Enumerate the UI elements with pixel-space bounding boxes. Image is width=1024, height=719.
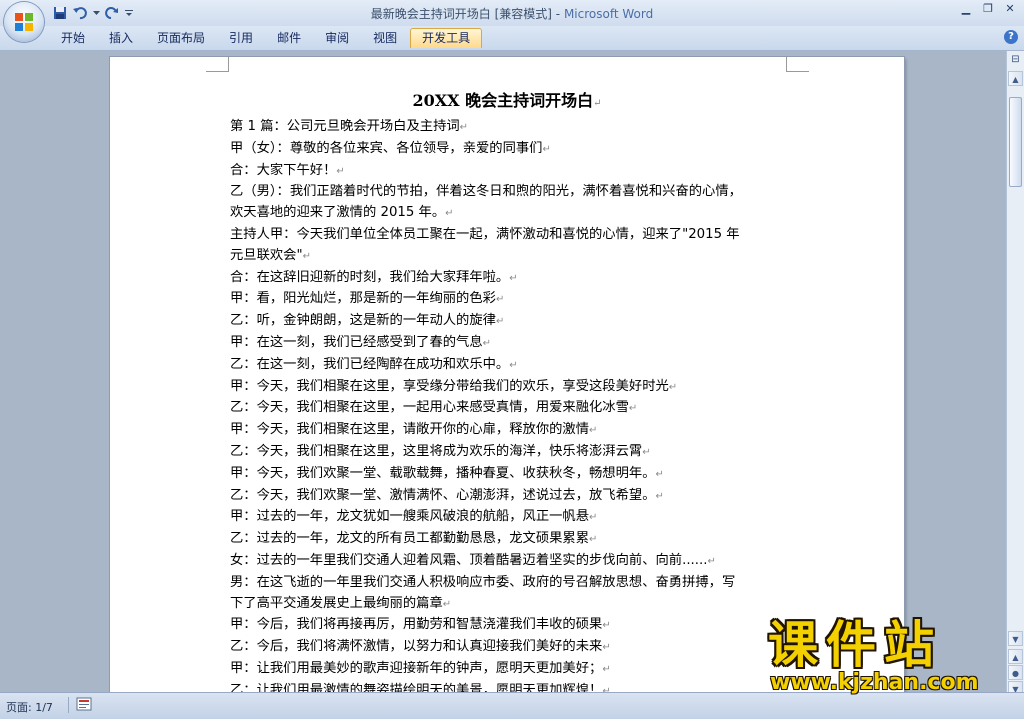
office-button[interactable]	[4, 2, 44, 42]
paragraph-mark: ↵	[336, 165, 345, 177]
document-line: 主持人甲：今天我们单位全体员工聚在一起，满怀激动和喜悦的心情，迎来了"2015 …	[230, 226, 740, 242]
document-line: 男：在这飞逝的一年里我们交通人积极响应市委、政府的号召解放思想、奋勇拼搏，写	[230, 574, 736, 590]
scroll-thumb[interactable]	[1009, 97, 1022, 187]
watermark-url: www.kjzhan.com	[770, 670, 979, 695]
document-line: 乙：听，金钟朗朗，这是新的一年动人的旋律↵	[230, 313, 505, 329]
document-line: 下了高平交通发展史上最绚丽的篇章↵	[230, 595, 452, 611]
paragraph-mark: ↵	[707, 555, 716, 567]
document-line: 乙：今天，我们相聚在这里，一起用心来感受真情，用爱来融化冰雪↵	[230, 400, 638, 416]
document-line: 甲：今后，我们将再接再厉，用勤劳和智慧浇灌我们丰收的硕果↵	[230, 617, 611, 633]
minimize-button[interactable]: ▁	[956, 1, 976, 17]
office-logo-icon	[15, 13, 33, 31]
margin-corner-top-left	[206, 57, 229, 72]
document-line: 合：在这辞旧迎新的时刻，我们给大家拜年啦。↵	[230, 269, 518, 285]
document-line: 第 1 篇：公司元旦晚会开场白及主持词↵	[230, 119, 469, 134]
scroll-up-button[interactable]: ▲	[1008, 71, 1023, 86]
paragraph-mark: ↵	[589, 425, 598, 437]
tab-developer[interactable]: 开发工具	[410, 28, 483, 48]
document-line: 甲：让我们用最美妙的歌声迎接新年的钟声，愿明天更加美好；↵	[230, 660, 611, 676]
paragraph-mark: ↵	[593, 98, 602, 109]
document-line: 甲：今天，我们相聚在这里，请敞开你的心扉，释放你的激情↵	[230, 422, 598, 438]
document-line: 欢天喜地的迎来了激情的 2015 年。↵	[230, 205, 454, 221]
title-separator: -	[551, 7, 564, 21]
paragraph-mark: ↵	[459, 122, 469, 133]
page-indicator[interactable]: 页面: 1/7	[6, 699, 53, 715]
document-line: 甲：今天，我们相聚在这里，享受缘分带给我们的欢乐，享受这段美好时光↵	[230, 378, 678, 394]
tab-page-layout[interactable]: 页面布局	[146, 28, 216, 48]
paragraph-mark: ↵	[628, 403, 638, 415]
document-area: 20XX 晚会主持词开场白↵ 第 1 篇：公司元旦晚会开场白及主持词↵ 甲（女）：…	[0, 51, 1006, 692]
document-line: 甲（女）：尊敬的各位来宾、各位领导，亲爱的同事们↵	[230, 140, 551, 156]
paragraph-mark: ↵	[655, 490, 664, 502]
paragraph-mark: ↵	[302, 250, 311, 262]
paragraph-mark: ↵	[442, 598, 452, 610]
tab-mailings[interactable]: 邮件	[266, 28, 312, 48]
watermark-logo: 课件站 www.kjzhan.com	[768, 618, 1014, 696]
close-button[interactable]: ✕	[1000, 1, 1020, 17]
paragraph-mark: ↵	[509, 272, 518, 284]
title-bar: 最新晚会主持词开场白 [兼容模式] - Microsoft Word ▁ ❐ ✕	[0, 0, 1024, 26]
paragraph-mark: ↵	[602, 663, 611, 675]
document-line: 甲：今天，我们欢聚一堂、载歌载舞，播种春夏、收获秋冬，畅想明年。↵	[230, 465, 664, 481]
document-line: 合：大家下午好！↵	[230, 162, 345, 178]
paragraph-mark: ↵	[642, 446, 651, 458]
paragraph-mark: ↵	[602, 642, 611, 654]
document-line: 甲：看，阳光灿烂，那是新的一年绚丽的色彩↵	[230, 291, 505, 307]
paragraph-mark: ↵	[445, 208, 454, 220]
status-bar: 页面: 1/7	[0, 692, 1024, 719]
document-line: 乙：今天，我们欢聚一堂、激情满怀、心潮澎湃，述说过去，放飞希望。↵	[230, 487, 664, 503]
window-controls: ▁ ❐ ✕	[956, 1, 1020, 17]
paragraph-mark: ↵	[509, 359, 518, 371]
window-title: 最新晚会主持词开场白 [兼容模式] - Microsoft Word	[0, 5, 1024, 22]
paragraph-mark: ↵	[655, 468, 664, 480]
paragraph-mark: ↵	[495, 294, 505, 306]
document-line: 乙（男）：我们正踏着时代的节拍，伴着这冬日和煦的阳光，满怀着喜悦和兴奋的心情，	[230, 184, 742, 200]
document-name: 最新晚会主持词开场白 [兼容模式]	[370, 7, 552, 21]
document-title: 20XX 晚会主持词开场白↵	[110, 87, 904, 111]
ribbon-tabs: 开始 插入 页面布局 引用 邮件 审阅 视图 开发工具	[50, 28, 484, 48]
document-title-text: 20XX 晚会主持词开场白	[412, 91, 594, 110]
document-line: 甲：在这一刻，我们已经感受到了春的气息↵	[230, 334, 492, 350]
vertical-scrollbar[interactable]: ⊟ ▲ ▼ ▲ ● ▼	[1006, 51, 1024, 696]
tab-insert[interactable]: 插入	[98, 28, 144, 48]
ruler-toggle-icon[interactable]: ⊟	[1009, 53, 1022, 66]
document-line: 乙：在这一刻，我们已经陶醉在成功和欢乐中。↵	[230, 356, 518, 372]
paragraph-mark: ↵	[482, 337, 492, 349]
paragraph-mark: ↵	[589, 534, 598, 546]
document-line: 元旦联欢会"↵	[230, 247, 311, 263]
app-name: Microsoft Word	[563, 7, 654, 21]
paragraph-mark: ↵	[495, 316, 505, 328]
document-line: 乙：今天，我们相聚在这里，这里将成为欢乐的海洋，快乐将澎湃云霄↵	[230, 443, 651, 459]
tab-review[interactable]: 审阅	[314, 28, 360, 48]
margin-corner-top-right	[786, 57, 809, 72]
tab-references[interactable]: 引用	[218, 28, 264, 48]
tab-view[interactable]: 视图	[362, 28, 408, 48]
paragraph-mark: ↵	[668, 381, 678, 393]
status-separator	[68, 697, 69, 713]
tab-home[interactable]: 开始	[50, 28, 96, 48]
restore-button[interactable]: ❐	[978, 1, 998, 17]
document-line: 女：过去的一年里我们交通人迎着风霜、顶着酷暑迈着坚实的步伐向前、向前......…	[230, 552, 716, 568]
proofing-icon[interactable]	[76, 697, 92, 711]
paragraph-mark: ↵	[589, 512, 598, 524]
document-page[interactable]: 20XX 晚会主持词开场白↵ 第 1 篇：公司元旦晚会开场白及主持词↵ 甲（女）：…	[110, 57, 904, 692]
ribbon-tab-bar: 开始 插入 页面布局 引用 邮件 审阅 视图 开发工具 ?	[0, 26, 1024, 51]
paragraph-mark: ↵	[542, 143, 551, 155]
document-line: 乙：过去的一年，龙文的所有员工都勤勤恳恳，龙文硕果累累↵	[230, 531, 598, 547]
document-body: 第 1 篇：公司元旦晚会开场白及主持词↵ 甲（女）：尊敬的各位来宾、各位领导，亲爱…	[230, 117, 790, 692]
help-icon[interactable]: ?	[1004, 30, 1018, 44]
paragraph-mark: ↵	[602, 620, 611, 632]
watermark-text: 课件站	[768, 616, 942, 674]
document-line: 乙：今后，我们将满怀激情，以努力和认真迎接我们美好的未来↵	[230, 639, 611, 655]
document-line: 甲：过去的一年，龙文犹如一艘乘风破浪的航船，风正一帆悬↵	[230, 509, 598, 525]
document-line: 乙：让我们用最激情的舞姿描绘明天的美景，愿明天更加辉煌！↵	[230, 681, 790, 692]
